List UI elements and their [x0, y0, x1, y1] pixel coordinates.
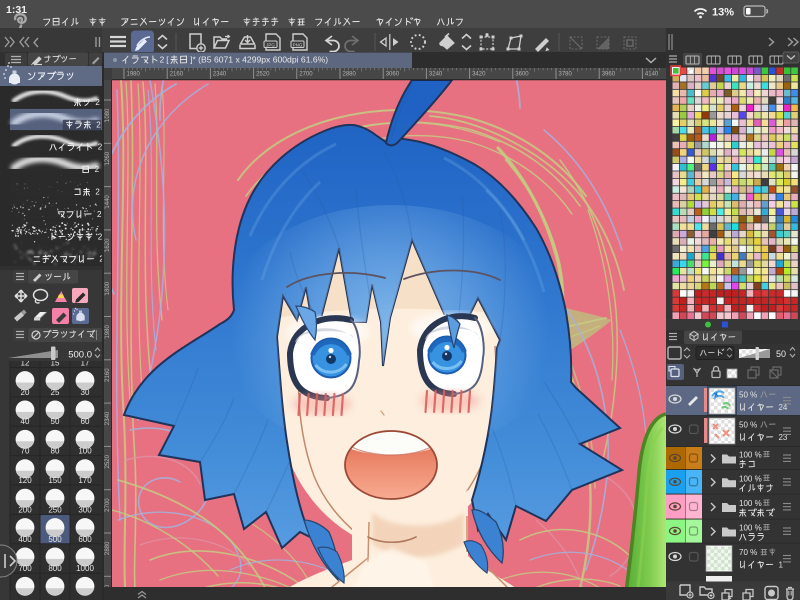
svg-text:2340: 2340	[213, 72, 227, 78]
svg-text:40: 40	[21, 417, 30, 426]
svg-text:2880: 2880	[105, 541, 111, 555]
svg-text:150: 150	[48, 476, 62, 485]
svg-text:200: 200	[18, 505, 32, 514]
svg-text:25: 25	[51, 388, 60, 397]
svg-text:100 %: 100 %	[739, 451, 762, 460]
svg-text:60: 60	[81, 417, 90, 426]
svg-text:170: 170	[78, 476, 92, 485]
svg-text:2: 2	[97, 210, 102, 219]
svg-text:70: 70	[21, 447, 30, 456]
svg-text:20: 20	[21, 388, 30, 397]
svg-text:1000: 1000	[76, 564, 94, 573]
svg-text:2: 2	[95, 165, 100, 174]
svg-text:2520: 2520	[256, 72, 270, 78]
svg-text:2340: 2340	[105, 411, 111, 425]
svg-text:70 %: 70 %	[739, 548, 757, 557]
svg-text:100 %: 100 %	[739, 499, 762, 508]
svg-text:3960: 3960	[602, 72, 616, 78]
svg-text:2700: 2700	[299, 72, 313, 78]
svg-text:]* (B5 6071 x 4299px 600dpi 61: ]* (B5 6071 x 4299px 600dpi 61.6%)	[190, 55, 328, 65]
svg-text:600: 600	[78, 535, 92, 544]
svg-text:50 %: 50 %	[739, 391, 757, 400]
svg-text:4140: 4140	[645, 72, 659, 78]
svg-text:2520: 2520	[105, 454, 111, 468]
svg-text:1980: 1980	[105, 324, 111, 338]
svg-text:1980: 1980	[127, 72, 141, 78]
svg-text:80: 80	[51, 447, 60, 456]
svg-text:100 %: 100 %	[739, 474, 762, 483]
svg-text:2: 2	[95, 98, 100, 107]
svg-text:1440: 1440	[105, 195, 111, 209]
svg-text:50: 50	[776, 349, 786, 359]
svg-text:300: 300	[78, 505, 92, 514]
svg-text:800: 800	[48, 564, 62, 573]
svg-text:3060: 3060	[386, 72, 400, 78]
svg-text:1080: 1080	[105, 108, 111, 122]
svg-text:700: 700	[18, 564, 32, 573]
svg-text:120: 120	[18, 476, 32, 485]
svg-text:1260: 1260	[105, 151, 111, 165]
svg-text:2: 2	[96, 120, 101, 129]
svg-text:250: 250	[48, 505, 62, 514]
svg-text:2880: 2880	[343, 72, 357, 78]
svg-text:30: 30	[81, 388, 90, 397]
svg-text:2: 2	[95, 188, 100, 197]
svg-text:3240: 3240	[429, 72, 443, 78]
svg-text:1: 1	[778, 560, 783, 569]
svg-text:13%: 13%	[712, 7, 734, 19]
svg-text:50 %: 50 %	[739, 421, 757, 430]
svg-text:50: 50	[51, 417, 60, 426]
svg-text:3420: 3420	[472, 72, 486, 78]
svg-text:2160: 2160	[105, 368, 111, 382]
svg-text:400: 400	[18, 535, 32, 544]
svg-text:PNG: PNG	[293, 42, 303, 47]
svg-text:100 %: 100 %	[739, 524, 762, 533]
svg-text:2700: 2700	[105, 498, 111, 512]
svg-text:JPG: JPG	[266, 42, 275, 47]
svg-text:100: 100	[78, 447, 92, 456]
svg-text:2: 2	[160, 54, 165, 64]
svg-text:500: 500	[48, 535, 62, 544]
svg-text:3600: 3600	[515, 72, 529, 78]
svg-text:3780: 3780	[559, 72, 573, 78]
svg-text:1620: 1620	[105, 238, 111, 252]
svg-text:2160: 2160	[170, 72, 184, 78]
svg-text:1800: 1800	[105, 281, 111, 295]
svg-text:500.0: 500.0	[68, 350, 92, 361]
